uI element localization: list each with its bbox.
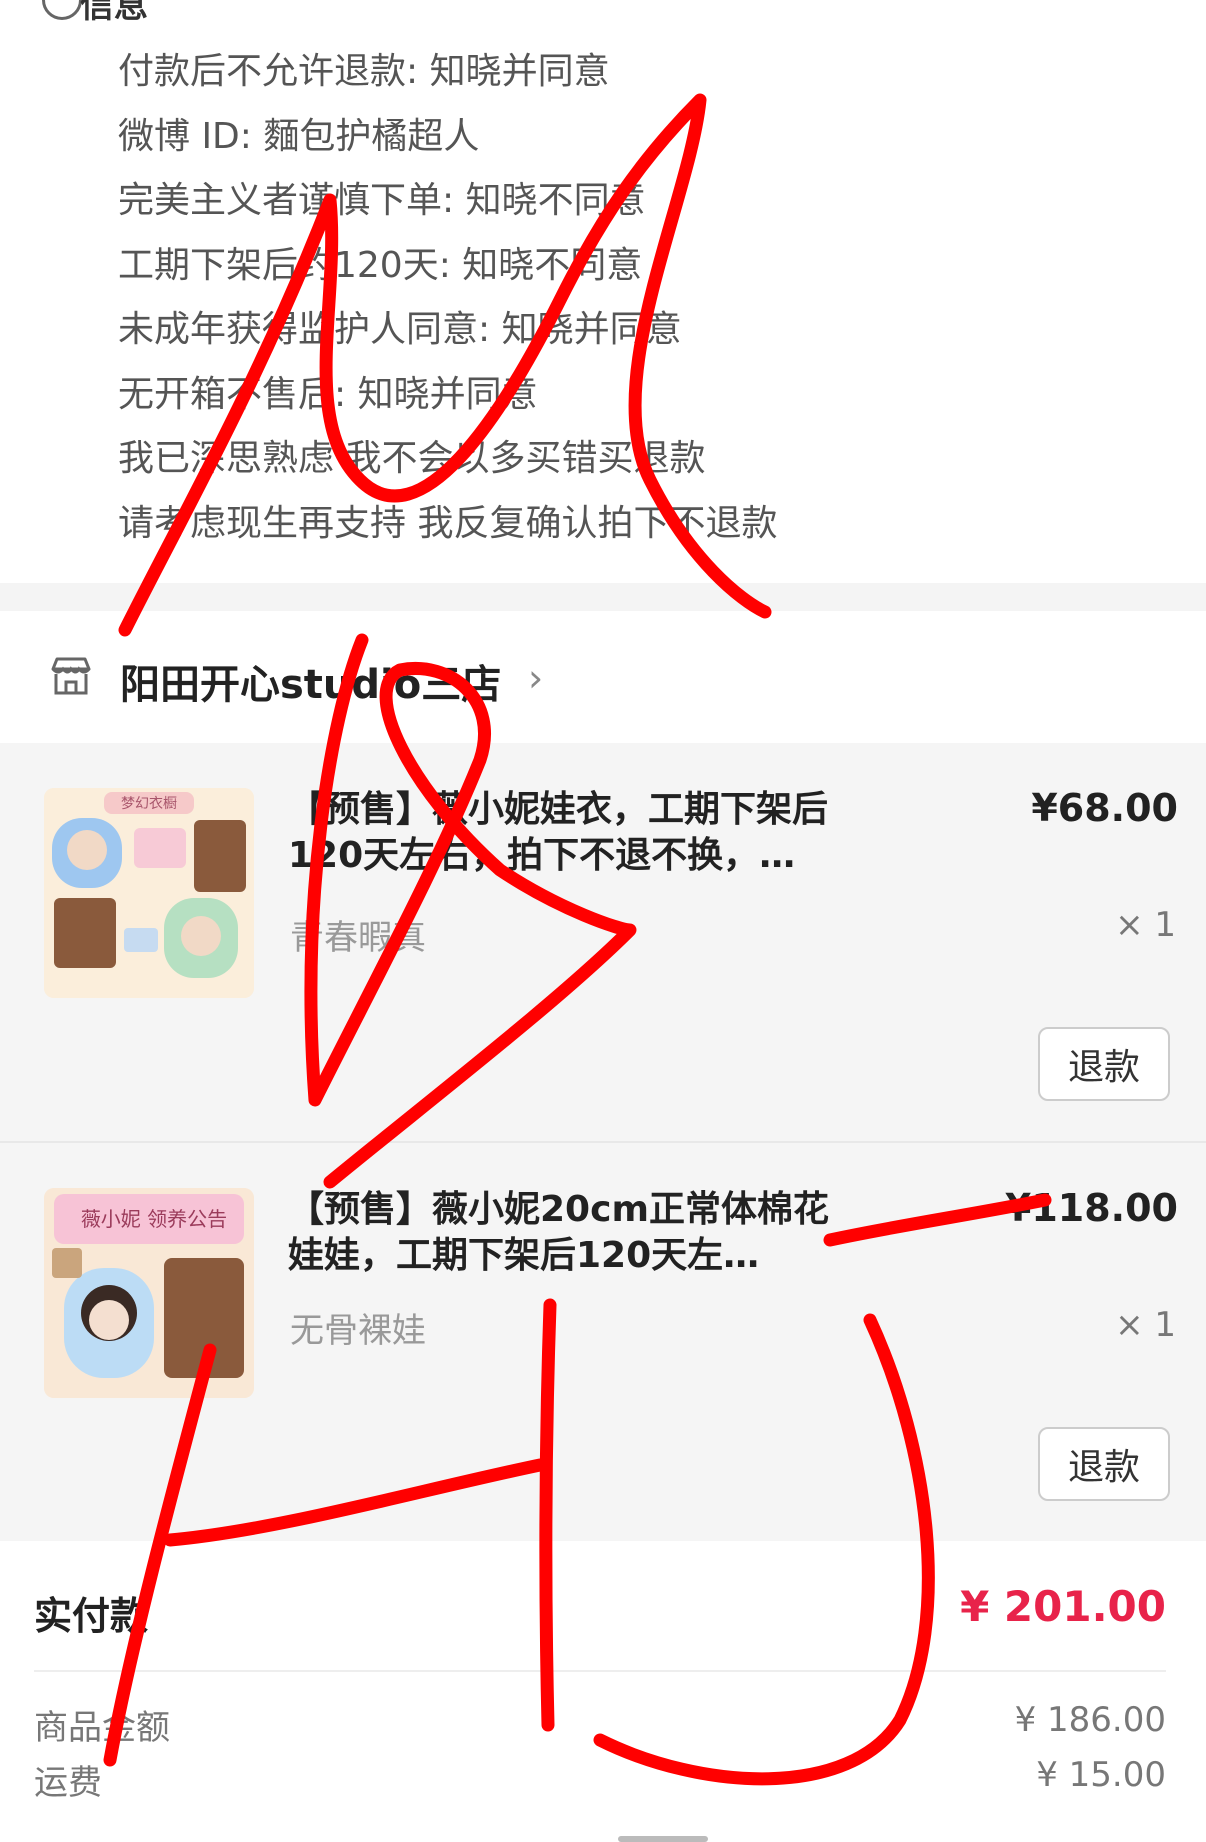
item-quantity: × 1: [1115, 905, 1176, 945]
note-line: 工期下架后约120天: 知晓不同意: [118, 244, 643, 286]
summary-divider: [34, 1670, 1166, 1672]
product-thumbnail[interactable]: 薇小妮 领养公告: [44, 1188, 254, 1398]
product-image-icon: 薇小妮 领养公告: [44, 1188, 254, 1398]
note-line: 无开箱不售后: 知晓并同意: [118, 373, 538, 415]
store-name[interactable]: 阳田开心studio三店: [120, 652, 501, 710]
note-line: 未成年获得监护人同意: 知晓并同意: [118, 309, 682, 350]
item-price: ¥118.00: [1004, 1186, 1178, 1230]
item-title[interactable]: 【预售】薇小妮娃衣，工期下架后120天左右，拍下不退不换，…: [288, 787, 848, 879]
note-line: 付款后不允许退款: 知晓并同意: [118, 51, 610, 92]
thumb-caption: 薇小妮 领养公告: [81, 1207, 227, 1231]
home-indicator: [618, 1836, 708, 1842]
refund-button[interactable]: 退款: [1038, 1027, 1170, 1101]
item-price: ¥68.00: [1031, 786, 1178, 830]
store-icon: [51, 657, 91, 695]
note-line: 我已深思熟虑 我不会以多买错买退款: [118, 438, 706, 479]
item-spec: 青春暇真: [290, 918, 426, 958]
item-spec: 无骨裸娃: [290, 1311, 426, 1351]
goods-amount-value: ¥ 186.00: [1014, 1700, 1166, 1740]
section-divider: [0, 583, 1206, 611]
note-line: 微博 ID: 麵包护橘超人: [118, 115, 480, 157]
product-thumbnail[interactable]: 梦幻衣橱: [44, 788, 254, 998]
order-notes: 付款后不允许退款: 知晓并同意 微博 ID: 麵包护橘超人 完美主义者谨慎下单:…: [118, 40, 777, 556]
refund-button[interactable]: 退款: [1038, 1427, 1170, 1501]
thumb-caption: 梦幻衣橱: [121, 796, 177, 812]
paid-label: 实付款: [34, 1594, 149, 1638]
info-icon: [42, 0, 82, 20]
shipping-label: 运费: [34, 1763, 102, 1803]
item-quantity: × 1: [1115, 1305, 1176, 1345]
item-title[interactable]: 【预售】薇小妮20cm正常体棉花娃娃，工期下架后120天左…: [288, 1187, 848, 1279]
goods-amount-label: 商品金额: [34, 1708, 170, 1748]
paid-amount: ¥ 201.00: [960, 1582, 1166, 1631]
chevron-right-icon[interactable]: ›: [528, 656, 543, 700]
shipping-value: ¥ 15.00: [1036, 1755, 1166, 1795]
product-image-icon: 梦幻衣橱: [44, 788, 254, 998]
note-line: 完美主义者谨慎下单: 知晓不同意: [118, 180, 646, 221]
note-line: 请考虑现生再支持 我反复确认拍下不退款: [118, 502, 778, 544]
notes-section-title: 信息: [80, 0, 148, 26]
